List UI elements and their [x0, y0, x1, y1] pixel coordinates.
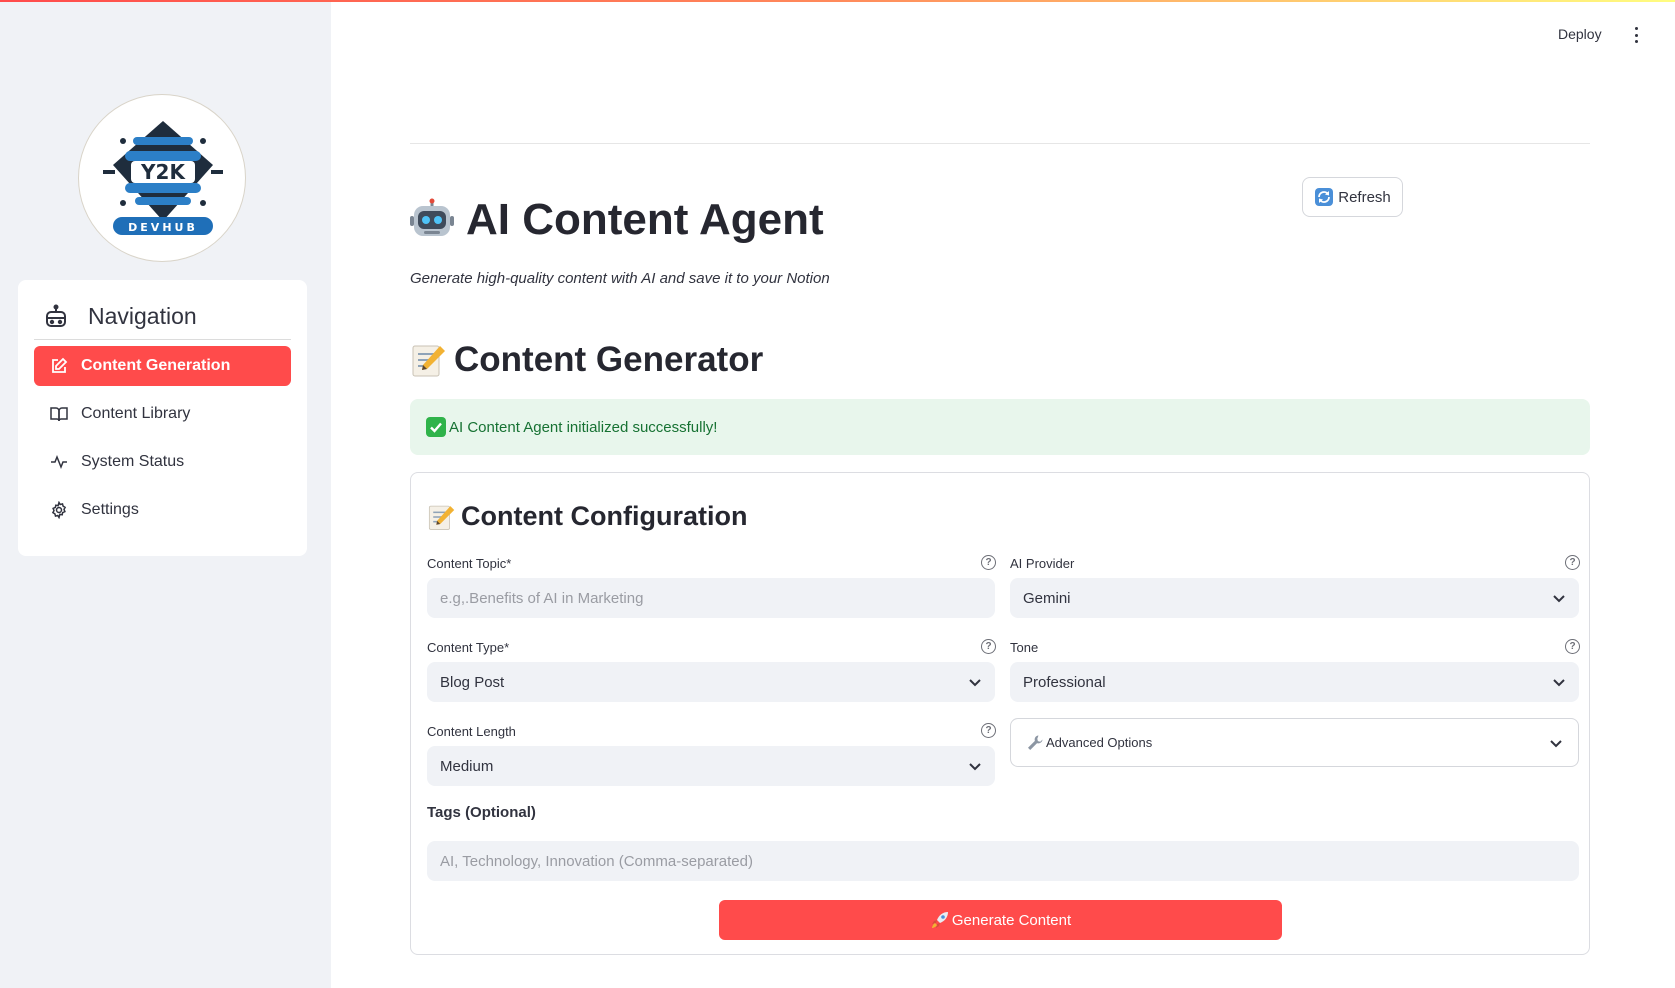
sidebar-item-settings[interactable]: Settings: [34, 490, 291, 530]
sidebar-item-content-generation[interactable]: Content Generation: [34, 346, 291, 386]
content-configuration-form: Content Configuration Content Topic* ? e…: [410, 472, 1590, 955]
content-length-label: Content Length: [427, 724, 516, 739]
chevron-down-icon: [1553, 679, 1565, 687]
y2k-devhub-logo: Y2K DEVHUB: [78, 94, 246, 262]
section-title-text: Content Generator: [454, 340, 764, 379]
sidebar-item-label: Settings: [81, 501, 139, 518]
top-decoration-bar: [0, 0, 1675, 2]
rocket-icon: [931, 912, 948, 928]
deploy-button[interactable]: Deploy: [1558, 26, 1602, 42]
help-icon[interactable]: ?: [1565, 555, 1580, 570]
help-icon[interactable]: ?: [981, 723, 996, 738]
page-title-text: AI Content Agent: [466, 195, 824, 244]
content-type-value: Blog Post: [440, 673, 505, 691]
page-title: AI Content Agent: [410, 195, 824, 245]
chevron-down-icon: [969, 679, 981, 687]
page-subtitle: Generate high-quality content with AI an…: [410, 270, 830, 287]
ai-provider-label: AI Provider: [1010, 556, 1075, 571]
activity-icon: [49, 452, 69, 472]
ai-provider-value: Gemini: [1023, 589, 1071, 607]
tags-label: Tags (Optional): [427, 804, 536, 821]
content-type-select[interactable]: Blog Post: [427, 662, 995, 702]
logo-graphic: Y2K DEVHUB: [103, 121, 223, 235]
refresh-button[interactable]: Refresh: [1302, 177, 1403, 217]
ai-provider-select[interactable]: Gemini: [1010, 578, 1579, 618]
divider: [410, 143, 1590, 144]
advanced-options-label: Advanced Options: [1046, 735, 1153, 750]
tone-select[interactable]: Professional: [1010, 662, 1579, 702]
navigation-menu: Navigation Content Generation Content Li…: [18, 280, 307, 556]
robot-icon: [42, 303, 70, 331]
content-length-select[interactable]: Medium: [427, 746, 995, 786]
sidebar: Y2K DEVHUB Navigation Content Generation…: [0, 0, 331, 988]
form-title-text: Content Configuration: [461, 501, 748, 531]
content-type-label: Content Type*: [427, 640, 510, 655]
gear-icon: [49, 500, 69, 520]
help-icon[interactable]: ?: [981, 555, 996, 570]
success-alert: AI Content Agent initialized successfull…: [410, 399, 1590, 455]
main-menu-icon[interactable]: [1630, 24, 1642, 46]
navigation-header: Navigation: [34, 294, 291, 340]
memo-icon: [412, 345, 445, 377]
navigation-title: Navigation: [88, 303, 197, 329]
tone-label: Tone: [1010, 640, 1039, 655]
svg-text:Y2K: Y2K: [140, 160, 186, 184]
svg-text:DEVHUB: DEVHUB: [128, 221, 198, 234]
content-length-value: Medium: [440, 757, 494, 775]
advanced-options-expander[interactable]: Advanced Options: [1010, 718, 1579, 767]
help-icon[interactable]: ?: [1565, 639, 1580, 654]
refresh-label: Refresh: [1338, 188, 1391, 206]
content-topic-label: Content Topic*: [427, 556, 512, 571]
tone-value: Professional: [1023, 673, 1106, 691]
sidebar-item-system-status[interactable]: System Status: [34, 442, 291, 482]
refresh-icon: [1315, 188, 1334, 206]
tags-input[interactable]: AI, Technology, Innovation (Comma-separa…: [427, 841, 1579, 881]
generate-content-button[interactable]: Generate Content: [719, 900, 1282, 940]
help-icon[interactable]: ?: [981, 639, 996, 654]
wrench-icon: [1028, 735, 1043, 750]
memo-icon: [428, 505, 455, 530]
check-mark-icon: [426, 417, 446, 437]
form-title: Content Configuration: [427, 501, 747, 532]
edit-icon: [49, 356, 69, 376]
chevron-down-icon: [1553, 595, 1565, 603]
section-title: Content Generator: [410, 340, 763, 380]
content-topic-input[interactable]: e.g,.Benefits of AI in Marketing: [427, 578, 995, 618]
sidebar-item-label: Content Generation: [81, 357, 231, 374]
chevron-down-icon: [969, 763, 981, 771]
chevron-down-icon: [1550, 740, 1562, 748]
sidebar-item-label: System Status: [81, 453, 185, 470]
success-message: AI Content Agent initialized successfull…: [449, 418, 718, 436]
generate-content-label: Generate Content: [951, 911, 1072, 929]
sidebar-item-content-library[interactable]: Content Library: [34, 394, 291, 434]
robot-face-icon: [410, 198, 454, 236]
sidebar-item-label: Content Library: [81, 405, 191, 422]
book-icon: [49, 404, 69, 424]
